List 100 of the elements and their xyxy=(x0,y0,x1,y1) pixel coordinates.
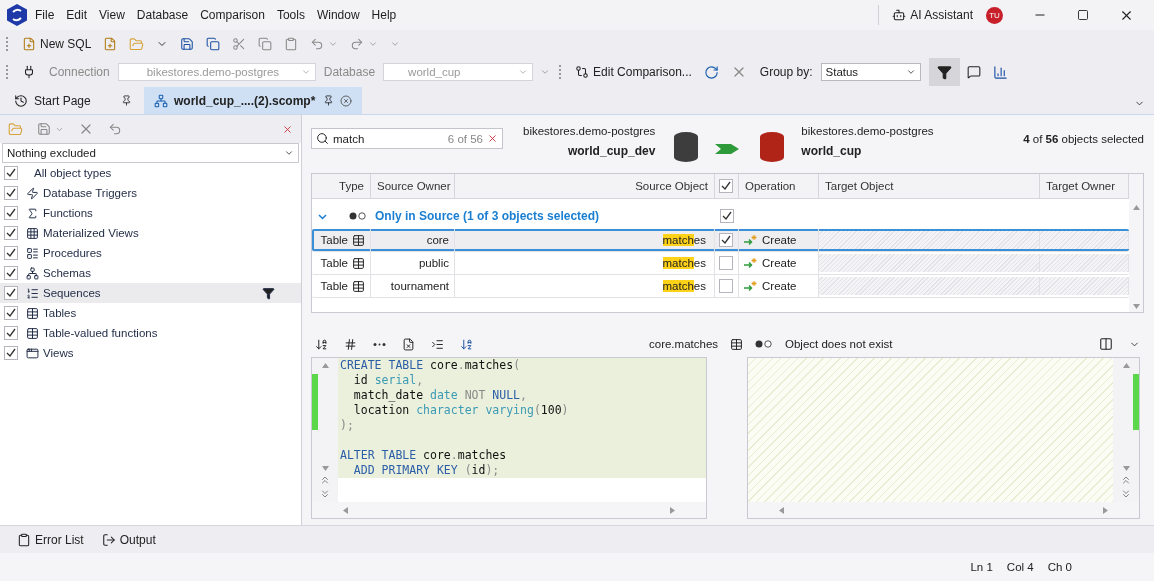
checkbox[interactable] xyxy=(4,326,18,340)
type-cell: Table xyxy=(320,280,348,292)
hash-icon xyxy=(344,337,357,351)
filter-icon xyxy=(262,286,275,300)
object-type-item[interactable]: Table-valued functions xyxy=(0,323,301,343)
search-icon xyxy=(316,132,329,145)
selection-summary: 4 of 56 objects selected xyxy=(1023,133,1144,145)
column-header[interactable]: Type xyxy=(312,174,371,198)
robot-icon xyxy=(892,8,907,22)
scroll-up-icon[interactable] xyxy=(1132,204,1140,211)
column-header[interactable]: Source Owner xyxy=(371,174,455,198)
scroll-down-icon[interactable] xyxy=(321,465,329,472)
object-type-item[interactable]: Sequences xyxy=(0,283,301,303)
menu-item[interactable]: Tools xyxy=(271,8,310,22)
object-type-item[interactable]: Materialized Views xyxy=(0,223,301,243)
create-icon xyxy=(744,234,758,246)
select-all-checkbox[interactable] xyxy=(719,179,733,193)
object-type-item[interactable]: Functions xyxy=(0,203,301,223)
speech-bubble-icon xyxy=(966,65,981,79)
document-tab[interactable]: Start Page xyxy=(4,87,142,114)
scroll-left-icon[interactable] xyxy=(342,506,349,514)
scissors-icon xyxy=(232,37,247,51)
menu-item[interactable]: Database xyxy=(131,8,194,22)
object-type-item[interactable]: Procedures xyxy=(0,243,301,263)
jump-up-icon xyxy=(1120,474,1132,486)
checkbox[interactable] xyxy=(4,226,18,240)
plug-icon xyxy=(22,65,36,79)
user-avatar[interactable]: TU xyxy=(986,6,1003,24)
object-type-item[interactable]: Views xyxy=(0,343,301,363)
filter-button[interactable] xyxy=(928,58,960,86)
search-field[interactable]: match 6 of 56 xyxy=(311,128,503,149)
group-label[interactable]: Only in Source (1 of 3 objects selected) xyxy=(375,209,600,223)
scroll-down-icon[interactable] xyxy=(1132,303,1140,310)
owner-cell: core xyxy=(426,234,449,246)
checkbox[interactable] xyxy=(4,246,18,260)
checkbox[interactable] xyxy=(4,266,18,280)
checkbox[interactable] xyxy=(4,166,18,180)
checkbox[interactable] xyxy=(4,206,18,220)
menu-item[interactable]: Help xyxy=(366,8,402,22)
object-type-item[interactable]: All object types xyxy=(0,163,301,183)
save-icon xyxy=(37,122,51,136)
table-icon xyxy=(352,256,365,270)
checkbox[interactable] xyxy=(4,186,18,200)
sort-icon xyxy=(315,337,328,351)
jump-down-icon xyxy=(319,488,331,500)
filter-preset-combobox[interactable]: Nothing excluded xyxy=(2,143,299,163)
item-label: Procedures xyxy=(43,247,103,259)
checkbox[interactable] xyxy=(4,306,18,320)
checkbox[interactable] xyxy=(4,286,18,300)
column-header[interactable]: Target Object xyxy=(819,174,1040,198)
checkbox[interactable] xyxy=(4,346,18,360)
owner-cell: public xyxy=(418,257,449,269)
scroll-left-icon[interactable] xyxy=(778,506,785,514)
menu-item[interactable]: View xyxy=(94,8,130,22)
object-type-item[interactable]: Tables xyxy=(0,303,301,323)
target-server: bikestores.demo-postgres xyxy=(801,125,934,137)
item-label: Schemas xyxy=(43,267,92,279)
close-icon xyxy=(340,94,352,107)
collapse-icon[interactable] xyxy=(318,211,327,221)
menu-item[interactable]: Edit xyxy=(61,8,93,22)
edit-comparison-button[interactable]: Edit Comparison... xyxy=(570,61,697,83)
panel-tab[interactable]: Error List xyxy=(12,528,89,551)
folder-icon xyxy=(129,36,145,52)
checkbox[interactable] xyxy=(720,209,734,223)
sort-icon xyxy=(460,337,473,351)
scroll-up-icon[interactable] xyxy=(321,362,329,369)
scroll-right-icon[interactable] xyxy=(669,506,676,514)
checkbox[interactable] xyxy=(719,233,733,247)
list-icon xyxy=(26,246,39,260)
source-server: bikestores.demo-postgres xyxy=(523,125,656,137)
column-header[interactable]: Operation xyxy=(739,174,819,198)
new-sql-button[interactable]: New SQL xyxy=(17,33,97,55)
scroll-down-icon[interactable] xyxy=(1122,465,1130,472)
match-count: 6 of 56 xyxy=(447,132,483,145)
jump-down-icon xyxy=(1120,488,1132,500)
ai-assistant-button[interactable]: AI Assistant xyxy=(887,4,978,26)
new-file-icon xyxy=(103,37,118,51)
checkbox[interactable] xyxy=(719,256,733,270)
tab-label: Start Page xyxy=(34,93,92,108)
checkbox[interactable] xyxy=(719,279,733,293)
item-label: Tables xyxy=(43,307,78,319)
object-type-item[interactable]: Database Triggers xyxy=(0,183,301,203)
target-database: world_cup xyxy=(801,144,862,158)
compare-icon xyxy=(575,65,590,79)
menu-item[interactable]: Window xyxy=(311,8,365,22)
app-logo-icon xyxy=(6,3,28,27)
column-header[interactable]: Source Object xyxy=(455,174,715,198)
document-tab[interactable]: world_cup_....(2).scomp* xyxy=(144,87,362,114)
pin-icon xyxy=(121,95,132,106)
menu-item[interactable]: File xyxy=(30,8,60,22)
panel-tab[interactable]: Output xyxy=(96,528,161,551)
group-by-combobox[interactable]: Status xyxy=(820,63,921,81)
copy-icon xyxy=(258,37,273,51)
scroll-right-icon[interactable] xyxy=(1102,506,1109,514)
clipboard-icon xyxy=(17,532,31,547)
menu-item[interactable]: Comparison xyxy=(195,8,270,22)
scroll-up-icon[interactable] xyxy=(1122,362,1130,369)
status-text: Ch 0 xyxy=(1047,561,1072,573)
object-type-item[interactable]: Schemas xyxy=(0,263,301,283)
redo-icon xyxy=(350,37,365,51)
